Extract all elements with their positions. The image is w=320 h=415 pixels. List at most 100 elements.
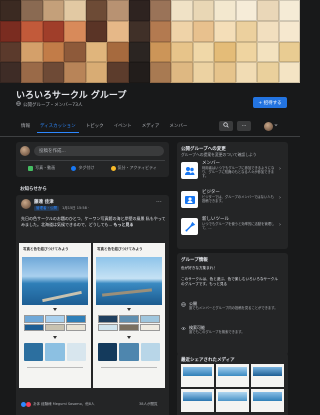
cover-tile xyxy=(192,41,215,63)
cover-tile xyxy=(85,41,108,63)
media-thumbnail[interactable] xyxy=(251,364,284,387)
cover-tile xyxy=(192,0,215,21)
chevron-right-icon: › xyxy=(279,222,281,228)
privacy-desc: 誰でもメンバーとグループ内の投稿を見ることができます。 xyxy=(189,306,278,310)
post-image[interactable]: 写真と色を結びつけてみよう xyxy=(93,243,165,388)
cover-tile xyxy=(278,62,300,83)
cover-tile xyxy=(107,62,129,83)
cover-tile xyxy=(214,62,236,83)
cover-tile xyxy=(42,41,65,63)
tab-events[interactable]: イベント xyxy=(109,119,137,133)
image-caption: 写真と色を結びつけてみよう xyxy=(23,247,69,251)
cover-tile xyxy=(150,0,172,21)
cover-tile xyxy=(107,0,129,21)
arrow-down-icon xyxy=(127,336,131,339)
profile-switch-button[interactable] xyxy=(264,120,278,132)
cover-tile xyxy=(0,41,22,63)
cover-tile xyxy=(214,41,236,63)
color-swatches xyxy=(24,315,86,331)
cover-photo xyxy=(0,0,300,83)
avatar[interactable] xyxy=(21,199,31,209)
avatar xyxy=(20,146,30,156)
photo-video-button[interactable]: 写真・動画 xyxy=(28,165,55,171)
cover-tile xyxy=(278,0,300,21)
cover-tile xyxy=(107,41,129,63)
recommend-item-tools[interactable]: 新しいツール いつでもグループを使うと効率的に活動を管理して、... › xyxy=(181,216,285,240)
cover-tile xyxy=(128,41,150,63)
emoji-icon xyxy=(110,165,116,171)
cover-tile xyxy=(257,0,279,21)
post-composer: 投稿を作成... 写真・動画 タグ付け 気分・アクティビティ xyxy=(16,142,169,177)
group-name[interactable]: いろいろサークル グループ xyxy=(16,88,126,101)
media-thumbnail[interactable] xyxy=(216,364,249,387)
post-author[interactable]: 藤達 佳津 xyxy=(34,199,54,205)
recent-media-card: 最近シェアされたメディア xyxy=(177,353,288,415)
tab-members[interactable]: メンバー xyxy=(164,119,192,133)
cover-tile xyxy=(257,41,279,63)
cover-tile xyxy=(21,41,43,63)
cover-tile xyxy=(0,62,22,83)
post-image[interactable]: 写真と色を結びつけてみよう xyxy=(19,243,91,388)
seen-count[interactable]: 38人が閲覧 xyxy=(139,402,157,407)
feeling-activity-label: 気分・アクティビティ xyxy=(117,165,157,170)
color-swatches xyxy=(24,343,86,361)
tag-people-label: タグ付け xyxy=(78,165,95,170)
cover-tile xyxy=(128,62,150,83)
media-thumbnail[interactable] xyxy=(181,389,214,412)
pier xyxy=(101,288,153,297)
handwritten-notes xyxy=(101,367,157,381)
search-button[interactable] xyxy=(219,121,233,131)
cover-tile xyxy=(171,41,193,63)
see-more-link[interactable]: もっと見る xyxy=(114,222,134,227)
group-meta: 公開グループ・メンバー73人 xyxy=(16,101,82,108)
recommend-item-members[interactable]: メンバー 利用者はいつでもグループに参加できるようになり、グループに知識のもとな… xyxy=(181,160,285,184)
cover-tile xyxy=(64,0,86,21)
admin-badge: 管理者・公開 xyxy=(34,206,59,211)
cover-tile xyxy=(42,62,65,83)
media-thumbnail[interactable] xyxy=(216,389,249,412)
cover-tile xyxy=(21,0,43,21)
post-text: 先日の色サークルのお題のひとつ、ケーワン写真館の海と岸壁の風景 私もやってみまし… xyxy=(21,216,166,227)
recommend-item-desc: 利用者はいつでもグループに参加できるようになり、グループに知識のもとなる人々が参… xyxy=(202,166,275,179)
media-thumbnail[interactable] xyxy=(251,389,284,412)
cover-tile xyxy=(235,41,258,63)
cover-tile xyxy=(128,0,150,21)
cover-tile xyxy=(64,41,86,63)
reactions-summary[interactable]: あ体 経験様 Megumi Sasamo、他8人 xyxy=(21,402,94,407)
tab-topics[interactable]: トピック xyxy=(81,119,109,133)
recommend-item-visitors[interactable]: ビジター ビジターでは、グループのメンバーではない人も投稿できます。 › xyxy=(181,189,285,213)
tools-icon xyxy=(181,218,198,235)
tab-discussion[interactable]: ディスカッション xyxy=(35,119,81,133)
media-grid xyxy=(181,364,284,412)
cover-tile xyxy=(192,20,215,42)
post-input[interactable]: 投稿を作成... xyxy=(34,146,164,156)
globe-icon xyxy=(181,302,186,309)
cover-tile xyxy=(21,62,43,83)
tab-about[interactable]: 情報 xyxy=(16,119,35,133)
tab-media[interactable]: メディア xyxy=(137,119,165,133)
post-body: 先日の色サークルのお題のひとつ、ケーワン写真館の海と岸壁の風景 私もやってみまし… xyxy=(21,216,166,227)
arrow-down-icon xyxy=(127,308,131,311)
cover-tile xyxy=(128,20,150,42)
feeling-activity-button[interactable]: 気分・アクティビティ xyxy=(110,165,157,171)
visibility-desc: 誰でもこのグループを検索できます。 xyxy=(189,330,245,334)
arrow-down-icon xyxy=(53,308,57,311)
cover-tile xyxy=(278,20,300,42)
visibility-info: 検索可能 誰でもこのグループを検索できます。 xyxy=(181,325,281,339)
privacy-info: 公開 誰でもメンバーとグループ内の投稿を見ることができます。 xyxy=(181,301,281,315)
cover-tile xyxy=(64,20,86,42)
media-thumbnail[interactable] xyxy=(181,364,214,387)
color-swatches xyxy=(98,315,160,331)
more-options-button[interactable]: ··· xyxy=(237,121,251,131)
cover-tile xyxy=(64,62,86,83)
post-more-button[interactable]: ··· xyxy=(156,199,162,206)
group-info-tagline: 色が好きな方集まれ！ xyxy=(181,266,217,270)
invite-button[interactable]: + 招待する xyxy=(253,97,287,108)
color-swatches xyxy=(98,343,160,361)
cover-tile xyxy=(257,20,279,42)
cover-tile xyxy=(214,20,236,42)
post-date[interactable]: 1月15日 15:58 · xyxy=(62,206,89,211)
pier xyxy=(42,290,82,303)
photo-video-label: 写真・動画 xyxy=(35,165,56,170)
tag-people-button[interactable]: タグ付け xyxy=(71,165,94,171)
